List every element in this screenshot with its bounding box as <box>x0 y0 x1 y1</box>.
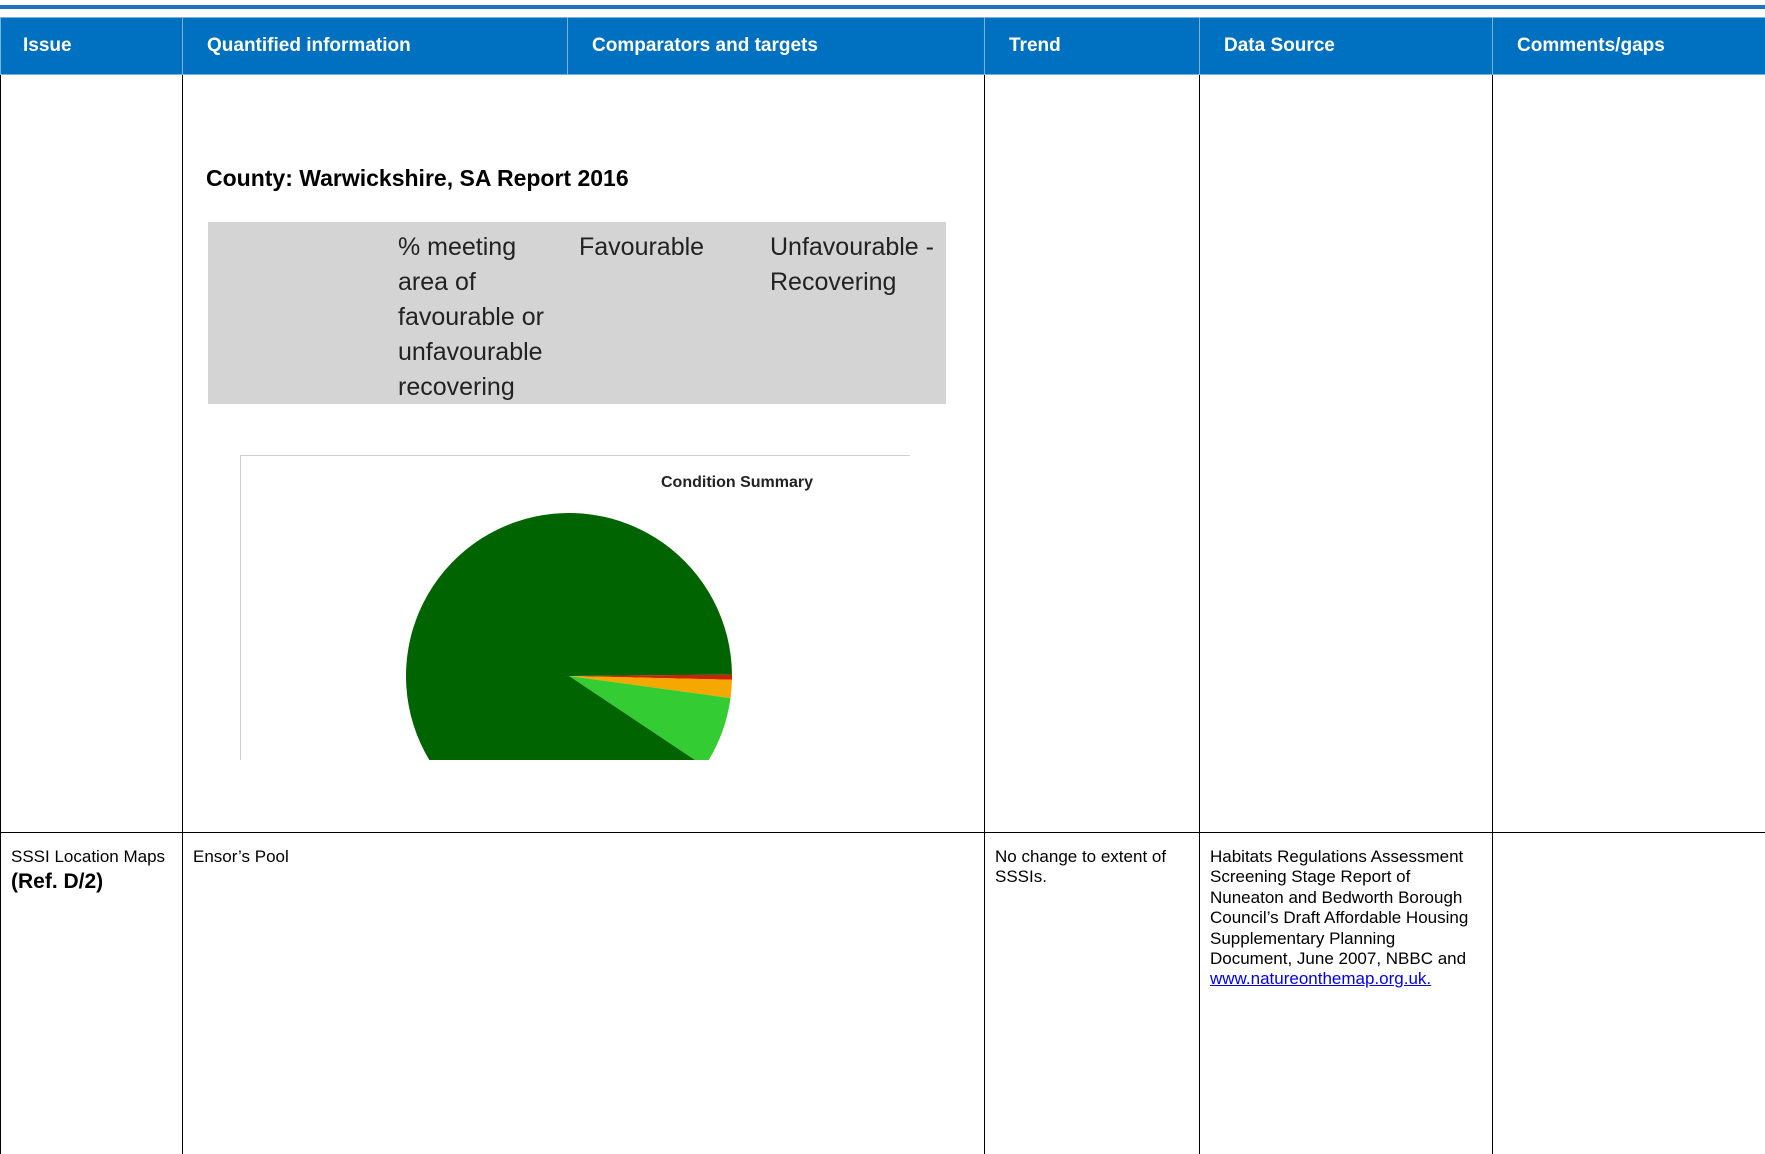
header-comparators-and-targets: Comparators and targets <box>567 17 985 75</box>
header-row: Issue Quantified information Comparators… <box>0 17 1765 75</box>
issue-cell <box>0 74 183 833</box>
trend-cell: No change to extent of SSSIs. <box>984 832 1200 1154</box>
col-unfavourable-recovering: Unfavourable - Recovering <box>770 233 934 296</box>
header-data-source: Data Source <box>1199 17 1493 75</box>
comments-cell <box>1492 832 1765 1154</box>
comments-cell <box>1492 74 1765 833</box>
nature-on-the-map-link[interactable]: www.natureonthemap.org.uk. <box>1210 969 1431 988</box>
site-name: Ensor’s Pool <box>193 847 289 866</box>
issue-reference: (Ref. D/2) <box>11 870 104 894</box>
trend-text: No change to extent of SSSIs. <box>995 847 1167 887</box>
condition-table-header: % meeting area of favourable or unfavour… <box>208 222 946 404</box>
data-source-text: Habitats Regulations Assessment Screenin… <box>1210 847 1469 968</box>
pie-chart <box>406 513 732 760</box>
quantified-cell: Ensor’s Pool <box>182 832 985 1154</box>
quantified-cell: County: Warwickshire, SA Report 2016 % m… <box>182 74 985 833</box>
issue-label: SSSI Location Maps <box>11 847 166 866</box>
data-source-cell: Habitats Regulations Assessment Screenin… <box>1199 832 1493 1154</box>
header-trend: Trend <box>984 17 1200 75</box>
header-issue: Issue <box>0 17 183 75</box>
issue-cell: SSSI Location Maps (Ref. D/2) <box>0 832 183 1154</box>
condition-summary-chart: Condition Summary <box>240 455 910 760</box>
header-quantified-information: Quantified information <box>182 17 568 75</box>
col-percent-meeting: % meeting area of favourable or unfavour… <box>398 233 544 401</box>
trend-cell <box>984 74 1200 833</box>
top-rule <box>0 0 1765 9</box>
header-comments-gaps: Comments/gaps <box>1492 17 1765 75</box>
table-row: SSSI Location Maps (Ref. D/2) Ensor’s Po… <box>0 832 1765 1154</box>
evidence-table: Issue Quantified information Comparators… <box>0 17 1765 1154</box>
col-favourable: Favourable <box>579 233 705 261</box>
county-heading: County: Warwickshire, SA Report 2016 <box>206 165 629 191</box>
table-row: County: Warwickshire, SA Report 2016 % m… <box>0 74 1765 833</box>
data-source-cell <box>1199 74 1493 833</box>
embedded-report-image: County: Warwickshire, SA Report 2016 % m… <box>183 75 984 832</box>
